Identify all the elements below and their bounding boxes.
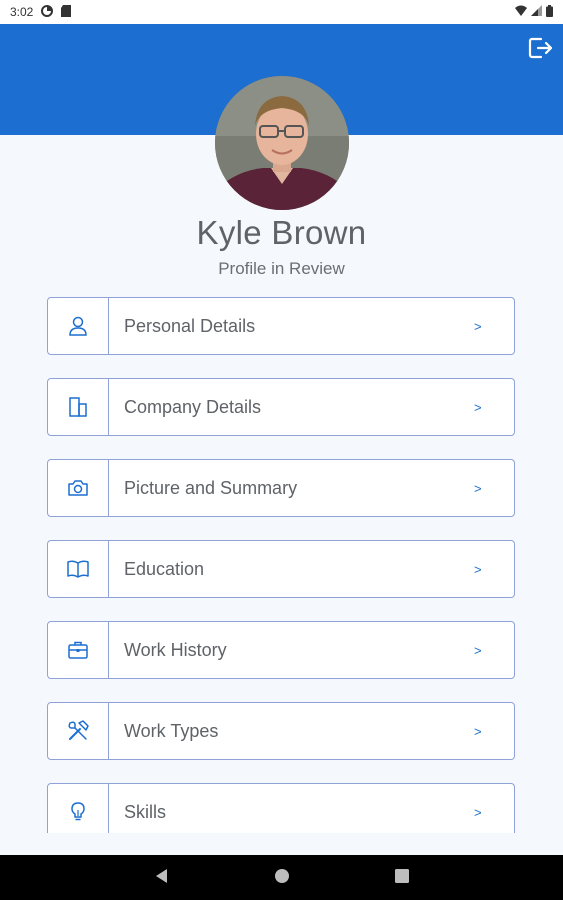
status-bar-right <box>515 4 553 20</box>
menu-item-label: Personal Details <box>124 315 256 336</box>
menu-item-company-details[interactable]: Company Details > <box>47 378 515 436</box>
sync-icon <box>41 4 54 20</box>
back-button[interactable] <box>154 868 168 889</box>
briefcase-icon <box>48 622 109 678</box>
chevron-right-icon: > <box>474 804 482 820</box>
menu-item-label: Skills <box>124 801 167 822</box>
chevron-right-icon: > <box>474 642 482 658</box>
menu-item-education[interactable]: Education > <box>47 540 515 598</box>
profile-status: Profile in Review <box>218 259 345 278</box>
menu-item-label: Picture and Summary <box>124 477 298 498</box>
logout-icon <box>528 36 554 65</box>
menu-item-label: Company Details <box>124 396 262 417</box>
menu-item-label: Education <box>124 558 205 579</box>
menu-item-label: Work History <box>124 639 227 660</box>
menu-item-personal-details[interactable]: Personal Details > <box>47 297 515 355</box>
sd-card-icon <box>61 4 72 20</box>
menu-item-work-types[interactable]: Work Types > <box>47 702 515 760</box>
status-time: 3:02 <box>10 5 34 19</box>
logout-button[interactable] <box>525 34 557 66</box>
profile-avatar <box>215 76 349 210</box>
wifi-icon <box>515 5 527 20</box>
menu-item-picture-summary[interactable]: Picture and Summary > <box>47 459 515 517</box>
profile-menu-list: Personal Details > Company Details > Pic… <box>47 297 517 833</box>
recents-button[interactable] <box>394 868 410 889</box>
system-nav-bar <box>0 855 563 900</box>
menu-item-skills[interactable]: Skills > <box>47 783 515 833</box>
chevron-right-icon: > <box>474 318 482 334</box>
chevron-right-icon: > <box>474 480 482 496</box>
home-button[interactable] <box>274 868 290 889</box>
signal-icon <box>531 4 542 20</box>
profile-name: Kyle Brown <box>196 214 367 251</box>
chevron-right-icon: > <box>474 399 482 415</box>
status-bar: 3:02 <box>0 0 563 24</box>
tools-icon <box>48 703 109 759</box>
building-icon <box>48 379 109 435</box>
chevron-right-icon: > <box>474 723 482 739</box>
menu-item-work-history[interactable]: Work History > <box>47 621 515 679</box>
menu-item-label: Work Types <box>124 720 219 741</box>
book-icon <box>48 541 109 597</box>
status-bar-left: 3:02 <box>10 4 72 20</box>
battery-icon <box>546 4 553 20</box>
camera-icon <box>48 460 109 516</box>
chevron-right-icon: > <box>474 561 482 577</box>
lightbulb-icon <box>48 784 109 833</box>
person-icon <box>48 298 109 354</box>
